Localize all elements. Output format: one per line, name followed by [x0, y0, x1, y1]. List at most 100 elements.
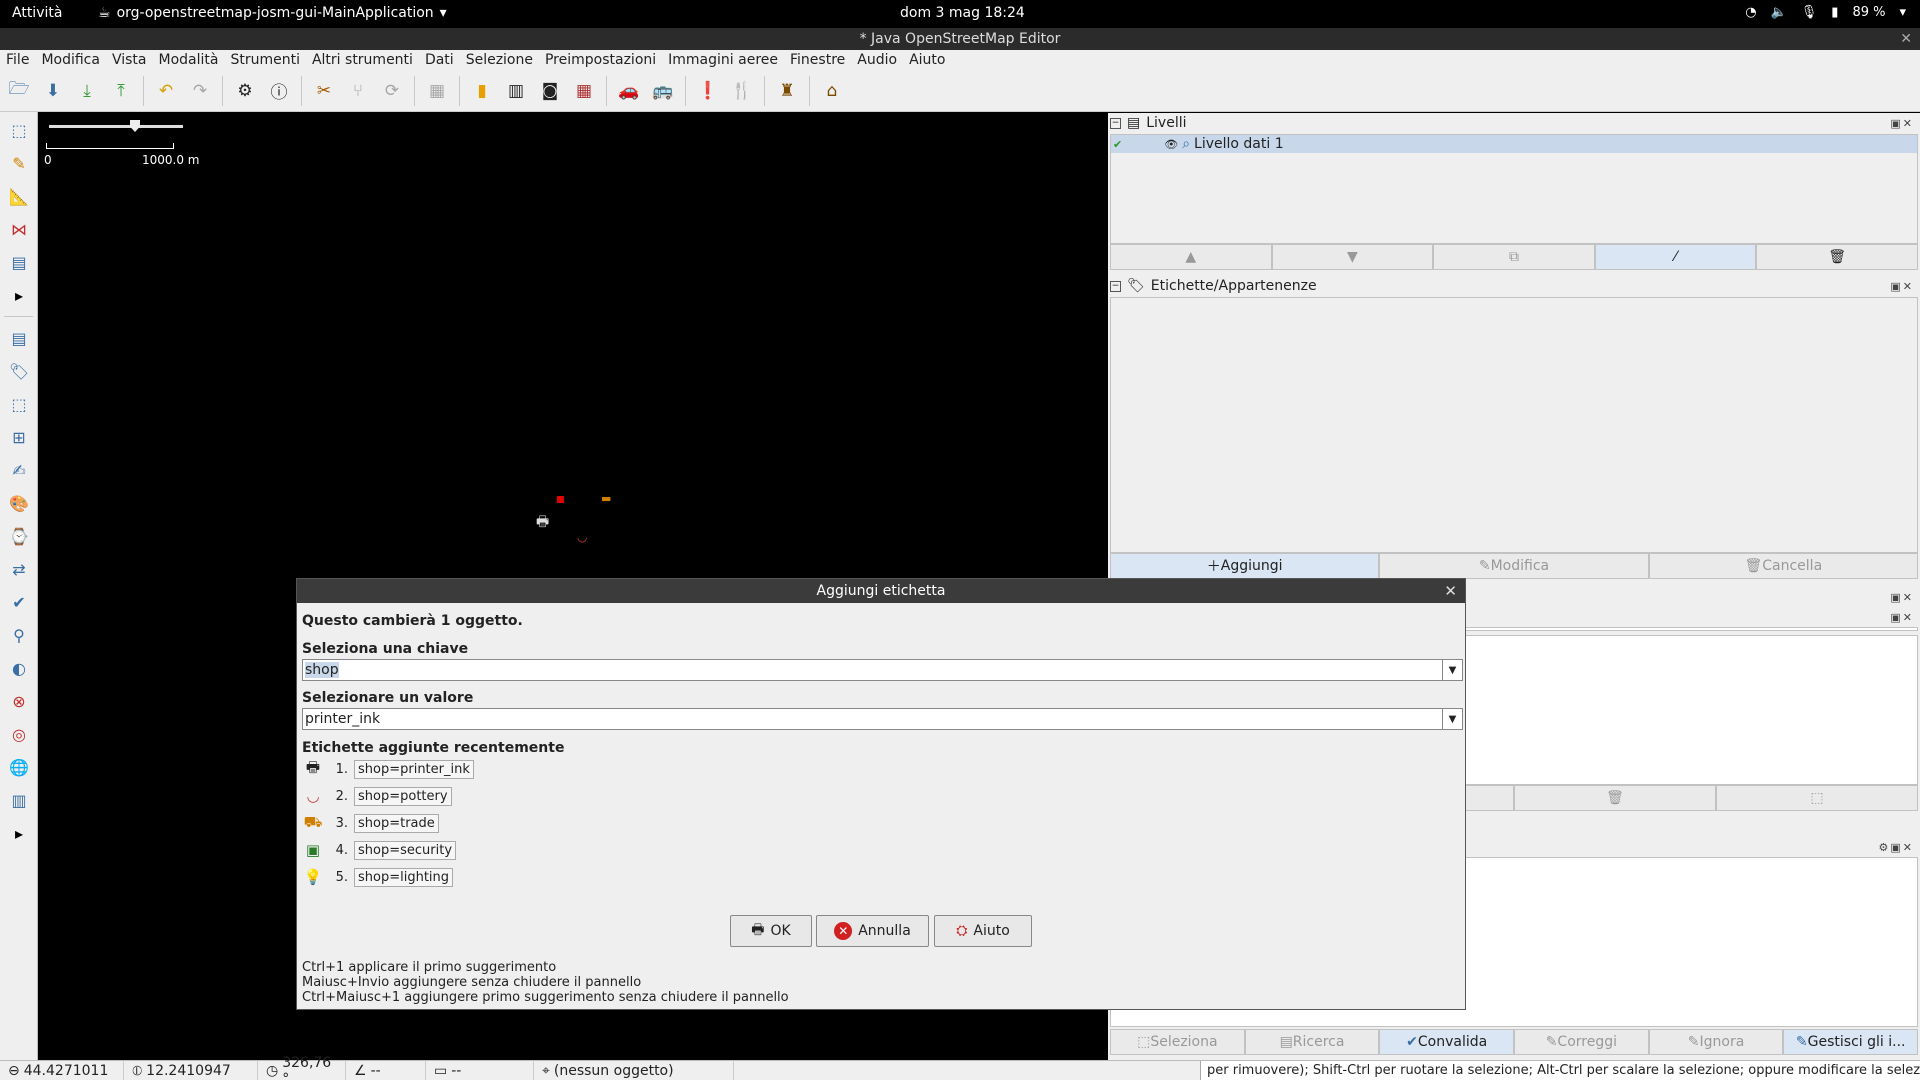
emergency-icon[interactable]: ❗ — [693, 75, 723, 107]
recent-tag[interactable]: shop=lighting — [354, 867, 454, 887]
menu-item-12[interactable]: Aiuto — [903, 50, 951, 70]
expand-arrow-icon[interactable]: ▸ — [4, 818, 34, 848]
castle-icon[interactable]: ♜ — [772, 75, 802, 107]
zoom-slider[interactable] — [49, 120, 183, 132]
collapse-toggle-icon[interactable]: − — [1110, 117, 1121, 129]
activities-button[interactable]: Attività — [12, 5, 62, 21]
menu-item-3[interactable]: Modalità — [152, 50, 224, 70]
delete-tag-button[interactable]: 🗑 Cancella — [1648, 553, 1918, 579]
recent-tag[interactable]: shop=printer_ink — [354, 759, 474, 779]
chevron-down-icon[interactable]: ▼ — [1442, 709, 1462, 729]
notes-icon[interactable]: ⊗ — [4, 686, 34, 716]
recent-tag-row[interactable]: ▣ 4. shop=security — [302, 838, 457, 862]
redo-icon[interactable]: ↷ — [185, 75, 215, 107]
menu-item-6[interactable]: Dati — [419, 50, 460, 70]
pottery-icon[interactable]: ◡ — [577, 530, 587, 544]
printer-icon[interactable]: 🖶 — [536, 511, 549, 535]
menu-item-2[interactable]: Vista — [106, 50, 153, 70]
visibility-eye-icon[interactable]: 👁 — [1164, 138, 1178, 151]
improve-way-icon[interactable]: ⋈ — [4, 214, 34, 244]
delete-layer-icon[interactable]: 🗑 — [1756, 244, 1918, 270]
tags-panel-icon[interactable]: 🏷 — [4, 356, 34, 386]
preferences-icon[interactable]: ⚙ — [230, 75, 260, 107]
value-input[interactable]: printer_ink — [305, 711, 380, 727]
add-tag-button[interactable]: ＋ Aggiungi — [1110, 553, 1380, 579]
menu-item-5[interactable]: Altri strumenti — [306, 50, 419, 70]
recent-tag-row[interactable]: 💡 5. shop=lighting — [302, 865, 454, 889]
collapse-toggle-icon[interactable]: − — [1110, 280, 1121, 292]
panel-controls[interactable]: ▣✕ — [1890, 591, 1914, 604]
info-icon[interactable]: ⓘ — [264, 75, 294, 107]
road-preset-icon[interactable]: ▮ — [467, 75, 497, 107]
traffic-light-icon[interactable]: ◙ — [535, 75, 565, 107]
close-icon[interactable]: ✕ — [1900, 28, 1912, 50]
undo-icon[interactable]: ↶ — [151, 75, 181, 107]
menu-item-8[interactable]: Preimpostazioni — [539, 50, 662, 70]
forklift-icon[interactable]: ▬ — [601, 492, 611, 505]
merge-layer-icon[interactable]: ⧉ — [1433, 244, 1595, 270]
clock[interactable]: dom 3 mag 18:24 — [900, 5, 1025, 21]
authors-panel-icon[interactable]: ✍ — [4, 455, 34, 485]
split-way-icon[interactable]: ⑂ — [343, 75, 373, 107]
app-menu[interactable]: ☕ org-openstreetmap-josm-gui-MainApplica… — [98, 5, 447, 21]
menu-item-10[interactable]: Finestre — [784, 50, 851, 70]
cancel-button[interactable]: ✕ Annulla — [816, 915, 929, 947]
style-icon[interactable]: ◐ — [4, 653, 34, 683]
bus-icon[interactable]: 🚌 — [648, 75, 678, 107]
recent-tag[interactable]: shop=trade — [354, 813, 439, 833]
panel-controls[interactable]: ▣✕ — [1890, 280, 1914, 293]
panel-controls[interactable]: ▣✕ — [1890, 117, 1914, 130]
layer-active-icon[interactable]: ✔ — [1113, 138, 1122, 151]
download-icon[interactable]: ⤓ — [72, 75, 102, 107]
refresh-icon[interactable]: ⟳ — [377, 75, 407, 107]
tags-panel-header[interactable]: − 🏷 Etichette/Appartenenze ▣✕ — [1110, 276, 1918, 296]
ignore-button[interactable]: ✎ Ignora — [1648, 1029, 1784, 1055]
layers-panel-icon[interactable]: ▤ — [4, 323, 34, 353]
upload-icon[interactable]: ⤒ — [106, 75, 136, 107]
select-members-icon[interactable]: ⬚ — [1716, 785, 1918, 811]
open-file-icon[interactable]: 🗁 — [4, 75, 34, 107]
map-paint-icon[interactable]: 🎨 — [4, 488, 34, 518]
ok-button[interactable]: 🖶 OK — [730, 915, 812, 947]
selection-panel-icon[interactable]: ⬚ — [4, 389, 34, 419]
layers-panel-header[interactable]: − ▤ Livelli ▣✕ — [1110, 113, 1918, 133]
panel-controls[interactable]: ▣✕ — [1890, 611, 1914, 624]
panel-controls[interactable]: ⚙▣✕ — [1879, 841, 1914, 854]
save-icon[interactable]: ⬇ — [38, 75, 68, 107]
value-combobox[interactable]: printer_ink ▼ — [302, 708, 1463, 730]
railway-preset-icon[interactable]: ▥ — [501, 75, 531, 107]
industrial-icon[interactable]: ⌂ — [817, 75, 847, 107]
restaurant-icon[interactable]: 🍴 — [727, 75, 757, 107]
validation-icon[interactable]: ✔ — [4, 587, 34, 617]
key-input[interactable]: shop — [305, 662, 339, 678]
conflict-icon[interactable]: ⇄ — [4, 554, 34, 584]
move-up-icon[interactable]: ▲ — [1110, 244, 1272, 270]
measure-tool-icon[interactable]: 📐 — [4, 181, 34, 211]
validate-button[interactable]: ✔ Convalida — [1379, 1029, 1515, 1055]
car-icon[interactable]: 🚗 — [614, 75, 644, 107]
menu-item-1[interactable]: Modifica — [35, 50, 106, 70]
edit-tag-button[interactable]: ✎ Modifica — [1379, 553, 1649, 579]
filter-icon[interactable]: ⚲ — [4, 620, 34, 650]
manage-ignored-button[interactable]: ✎ Gestisci gli i... — [1783, 1029, 1919, 1055]
recent-tag-row[interactable]: 🖶 1. shop=printer_ink — [302, 757, 474, 781]
recent-tag-row[interactable]: ⛟ 3. shop=trade — [302, 811, 439, 835]
selected-node-marker[interactable] — [557, 496, 564, 503]
search-button[interactable]: ▤ Ricerca — [1244, 1029, 1380, 1055]
barcode-icon[interactable]: ▥ — [4, 785, 34, 815]
menu-item-0[interactable]: File — [0, 50, 35, 70]
recent-tag-row[interactable]: ◡ 2. shop=pottery — [302, 784, 452, 808]
barrier-wall-icon[interactable]: ▦ — [569, 75, 599, 107]
menu-item-7[interactable]: Selezione — [460, 50, 539, 70]
relations-panel-icon[interactable]: ⊞ — [4, 422, 34, 452]
draw-tool-icon[interactable]: ✎ — [4, 148, 34, 178]
system-tray[interactable]: ◔ 🔈 🎙 ▮ 89 % ▾ — [1745, 5, 1906, 20]
recent-tag[interactable]: shop=pottery — [354, 786, 452, 806]
fix-button[interactable]: ✎ Correggi — [1514, 1029, 1649, 1055]
close-icon[interactable]: ✕ — [1444, 579, 1457, 603]
move-down-icon[interactable]: ▼ — [1271, 244, 1434, 270]
opacity-icon[interactable]: ⁄ — [1594, 244, 1757, 270]
zoom-slider-handle[interactable] — [130, 120, 140, 132]
recent-tag[interactable]: shop=security — [354, 840, 457, 860]
menu-item-11[interactable]: Audio — [851, 50, 903, 70]
